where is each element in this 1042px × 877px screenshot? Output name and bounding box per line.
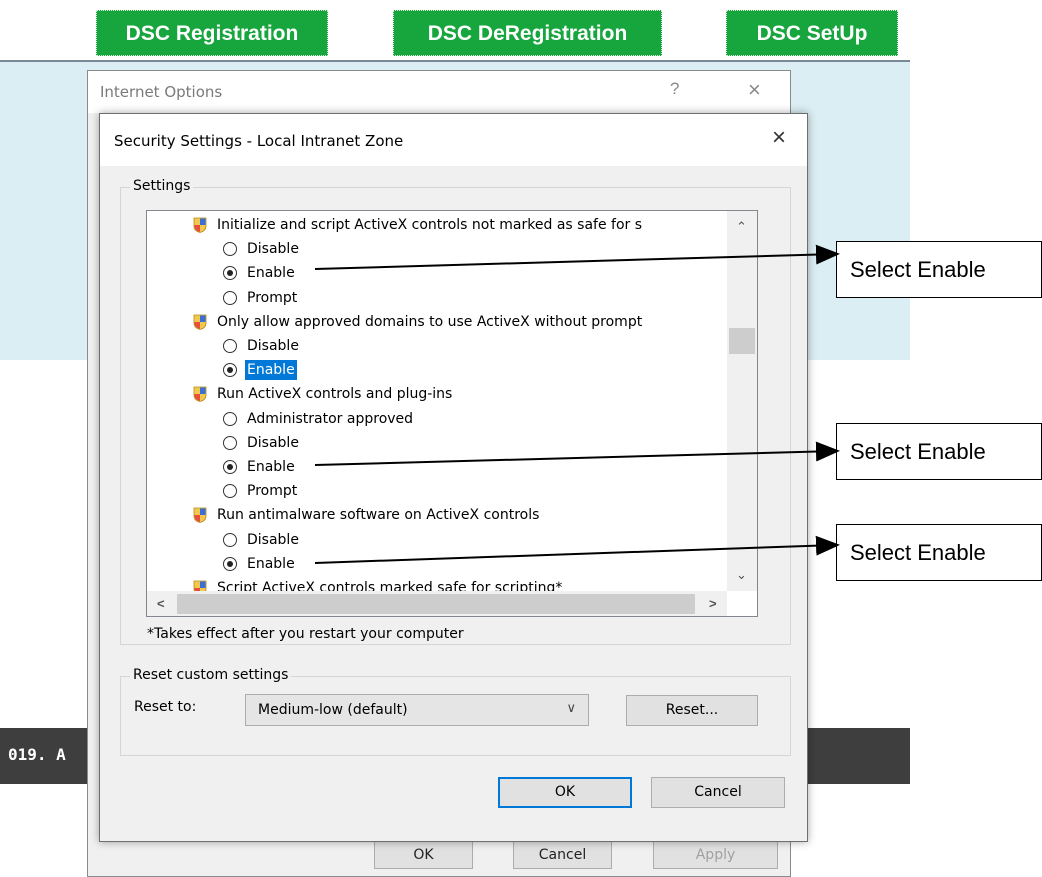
shield-icon: [193, 314, 207, 330]
settings-list[interactable]: Initialize and script ActiveX controls n…: [146, 210, 758, 617]
callout-select-enable-2: Select Enable: [836, 423, 1042, 480]
radio-button[interactable]: [223, 266, 237, 281]
setting-text: Run antimalware software on ActiveX cont…: [217, 507, 540, 524]
setting-text: Prompt: [247, 289, 298, 306]
scroll-right-icon[interactable]: >: [709, 596, 717, 611]
close-icon[interactable]: ×: [772, 124, 786, 152]
setting-text: Disable: [247, 434, 299, 451]
vertical-scroll-thumb[interactable]: [729, 328, 755, 354]
radio-button[interactable]: [223, 435, 237, 450]
scroll-down-icon[interactable]: ⌄: [736, 567, 747, 583]
radio-button[interactable]: [223, 290, 237, 305]
setting-text: Enable: [247, 459, 295, 475]
reset-level-value: Medium-low (default): [258, 702, 408, 718]
horizontal-scroll-thumb[interactable]: [177, 594, 695, 614]
io-cancel-button[interactable]: Cancel: [513, 839, 612, 869]
shield-icon: [193, 386, 207, 403]
chevron-down-icon: ∨: [566, 701, 576, 716]
radio-button[interactable]: [223, 363, 237, 378]
setting-text: Disable: [247, 338, 299, 354]
ok-button[interactable]: OK: [498, 777, 632, 808]
io-ok-button[interactable]: OK: [374, 839, 473, 869]
reset-group-label: Reset custom settings: [130, 667, 292, 683]
radio-button[interactable]: [223, 484, 237, 499]
shield-icon: [193, 507, 207, 524]
reset-button[interactable]: Reset...: [626, 695, 758, 726]
radio-button[interactable]: [223, 460, 237, 474]
dialog-title: Security Settings - Local Intranet Zone: [114, 132, 404, 150]
footer-text: 019. A: [8, 745, 66, 764]
callout-select-enable-3: Select Enable: [836, 524, 1042, 581]
cancel-button[interactable]: Cancel: [651, 777, 785, 808]
internet-options-titlebar: Internet Options ? ×: [88, 71, 790, 113]
close-icon[interactable]: ×: [748, 77, 761, 103]
vertical-scrollbar[interactable]: [727, 211, 757, 591]
internet-options-title: Internet Options: [100, 83, 223, 101]
dsc-deregistration-button[interactable]: DSC DeRegistration: [393, 10, 662, 56]
setting-text: Enable: [245, 360, 297, 381]
radio-button[interactable]: [223, 339, 237, 353]
setting-text: Disable: [247, 241, 299, 258]
setting-text: Prompt: [247, 483, 298, 500]
setting-text: Disable: [247, 531, 299, 548]
radio-button[interactable]: [223, 242, 237, 257]
dsc-setup-button[interactable]: DSC SetUp: [726, 10, 898, 56]
setting-text: Enable: [247, 555, 295, 572]
reset-level-select[interactable]: Medium-low (default) ∨: [245, 694, 589, 726]
setting-text: Administrator approved: [247, 410, 414, 427]
settings-group-label: Settings: [130, 178, 194, 194]
reset-to-label: Reset to:: [134, 699, 197, 715]
scroll-left-icon[interactable]: <: [157, 596, 165, 611]
security-settings-titlebar: Security Settings - Local Intranet Zone …: [100, 114, 807, 166]
radio-button[interactable]: [223, 532, 237, 547]
radio-button[interactable]: [223, 556, 237, 571]
setting-text: Run ActiveX controls and plug-ins: [217, 386, 453, 403]
radio-button[interactable]: [223, 411, 237, 426]
setting-text: Enable: [247, 265, 295, 282]
scroll-up-icon[interactable]: ⌃: [736, 219, 747, 235]
shield-icon: [193, 217, 207, 233]
dsc-registration-button[interactable]: DSC Registration: [96, 10, 328, 56]
restart-note: *Takes effect after you restart your com…: [147, 626, 464, 642]
help-icon[interactable]: ?: [670, 79, 679, 99]
callout-select-enable-1: Select Enable: [836, 241, 1042, 298]
io-apply-button[interactable]: Apply: [653, 839, 778, 869]
security-settings-dialog: Security Settings - Local Intranet Zone …: [99, 113, 808, 842]
setting-text: Only allow approved domains to use Activ…: [217, 313, 643, 330]
setting-text: Initialize and script ActiveX controls n…: [217, 217, 643, 233]
